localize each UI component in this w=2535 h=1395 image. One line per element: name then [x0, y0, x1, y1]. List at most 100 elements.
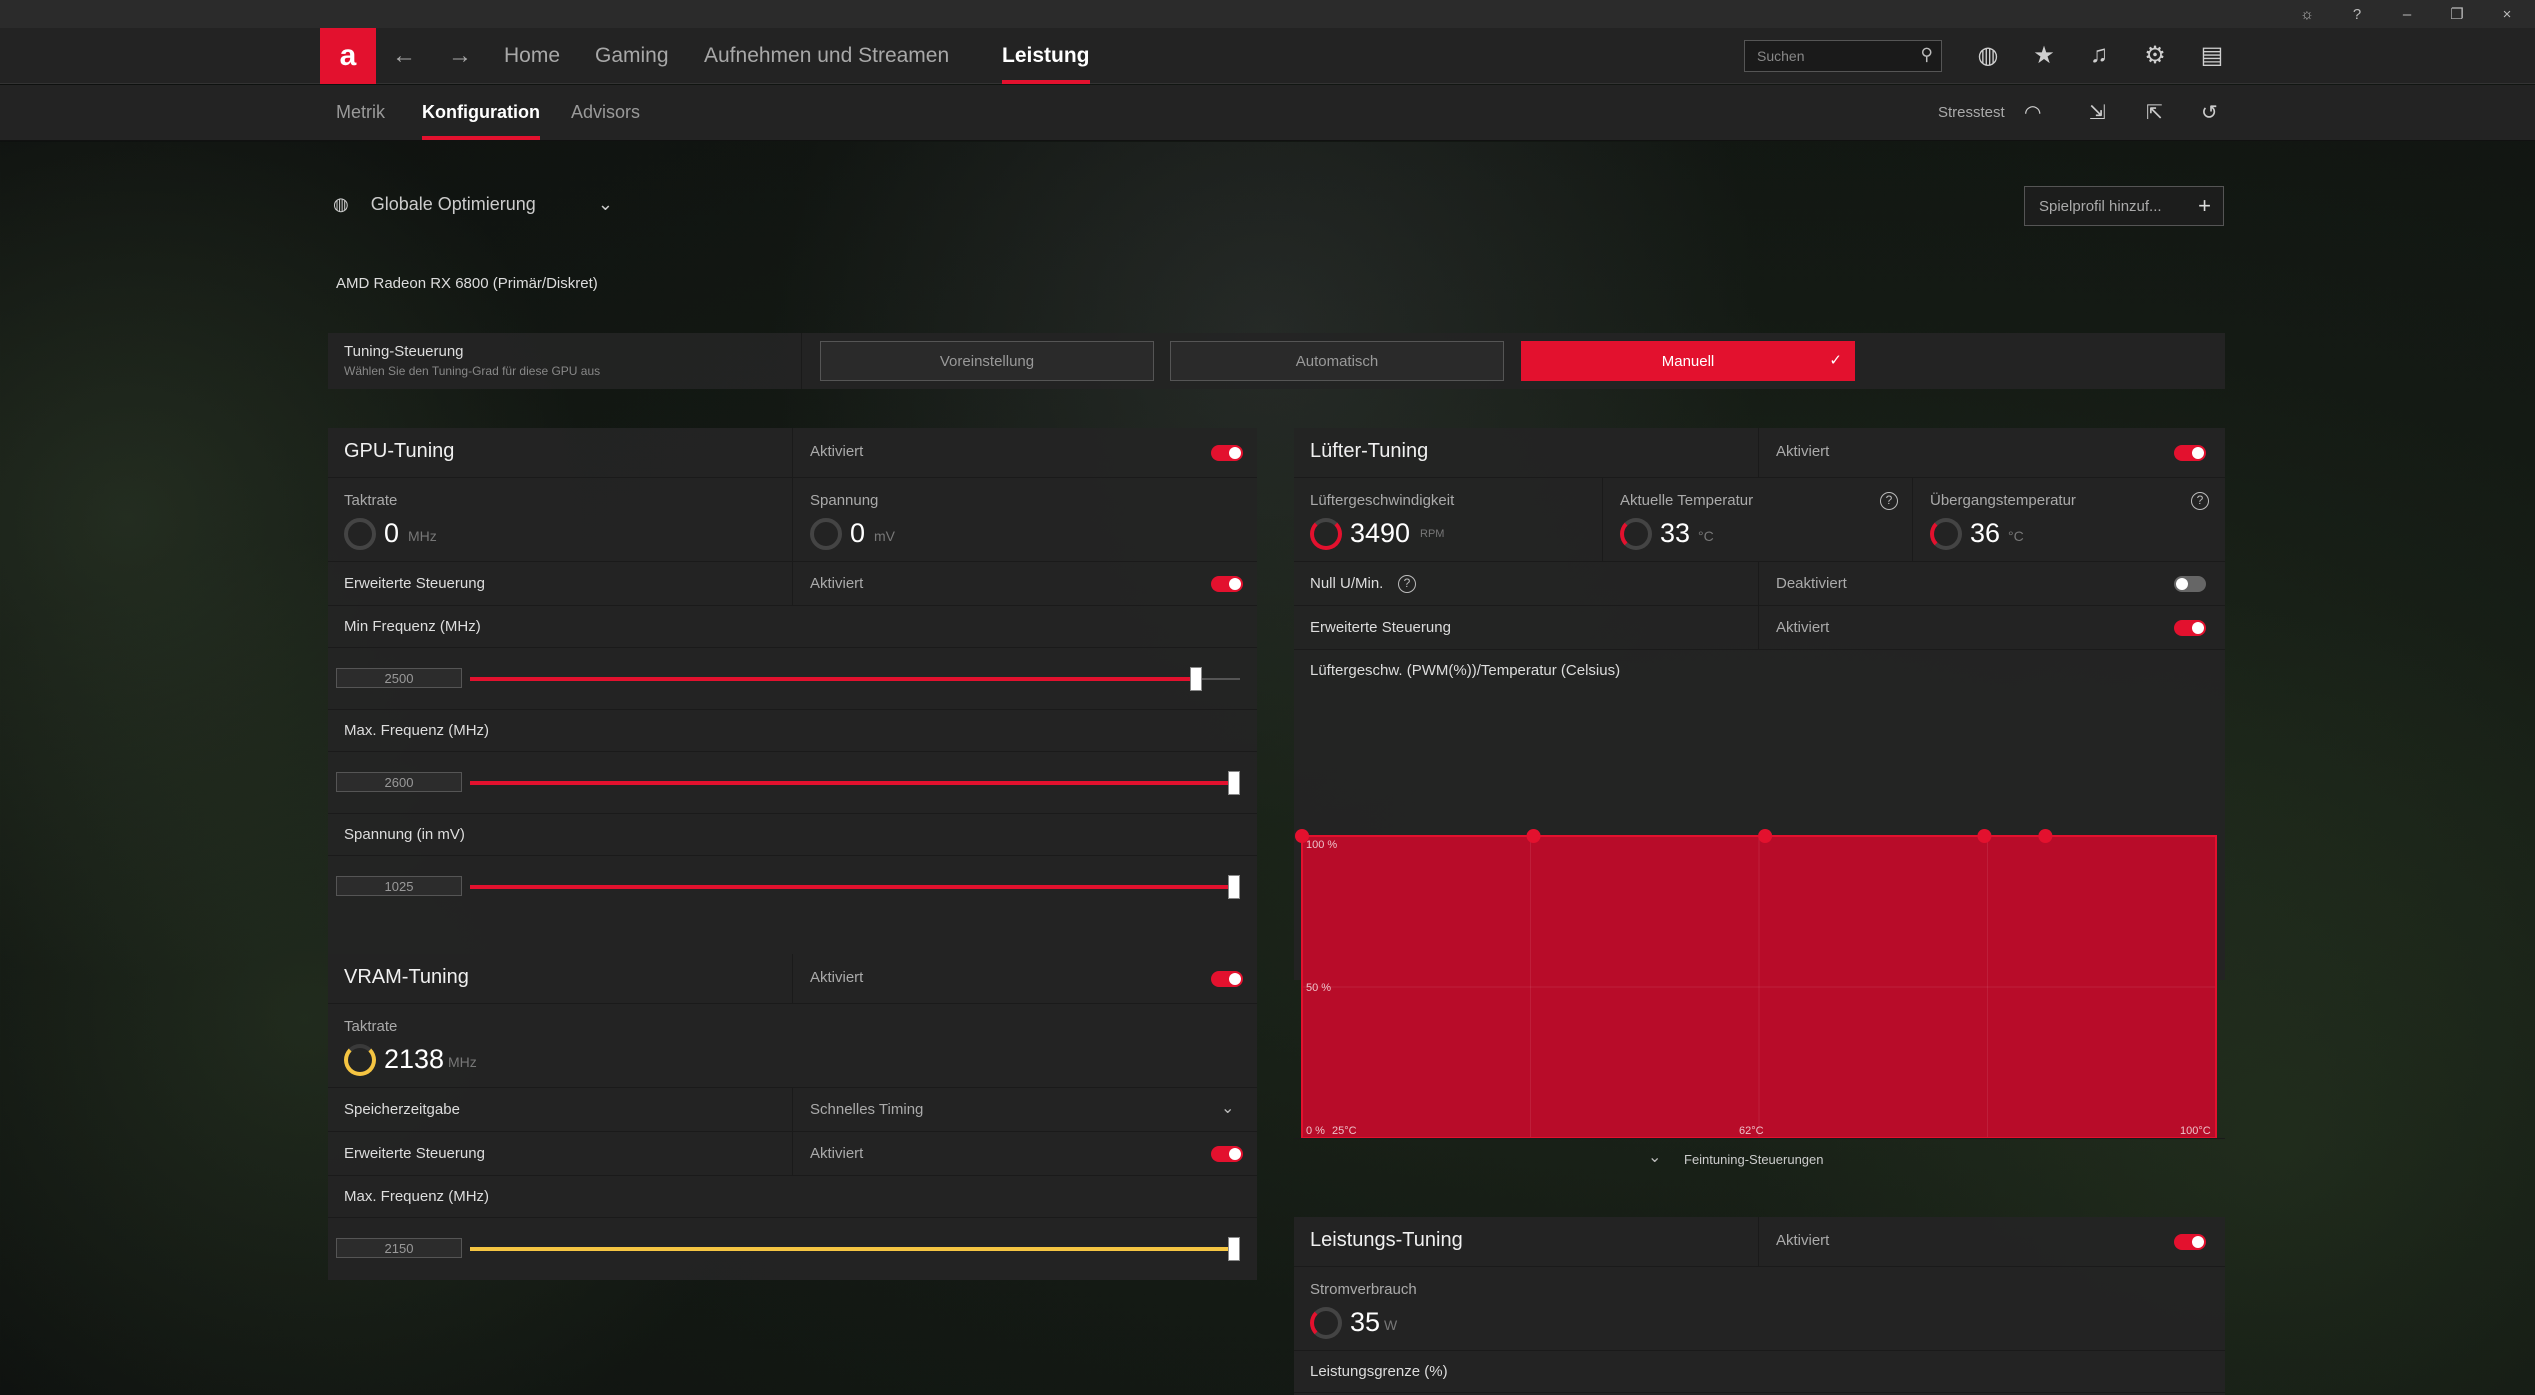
x-tick-label: 62°C [1739, 1125, 1764, 1137]
manual-option-label: Manuell [1661, 353, 1715, 370]
clock-label: Taktrate [344, 492, 398, 509]
plus-icon: + [2198, 193, 2211, 218]
nav-home[interactable]: Home [504, 44, 560, 68]
forward-arrow-icon[interactable]: → [448, 42, 472, 70]
gear-icon[interactable]: ⚙ [2140, 41, 2170, 70]
advanced-control-toggle[interactable] [1211, 576, 1243, 592]
fan-curve-chart[interactable]: 100 % 50 % 0 % 25°C 62°C 100°C [1295, 829, 2217, 1139]
min-freq-fill [470, 677, 1202, 681]
tuning-control-subtitle: Wählen Sie den Tuning-Grad für diese GPU… [344, 364, 601, 378]
help-icon[interactable]: ? [1880, 492, 1898, 510]
power-gauge [1310, 1307, 1342, 1339]
reset-icon[interactable]: ↺ [2201, 100, 2218, 125]
fan-curve-point[interactable] [1758, 829, 1773, 843]
min-freq-label: Min Frequenz (MHz) [344, 618, 481, 635]
fan-curve-point[interactable] [1977, 829, 1992, 843]
gpu-tuning-toggle[interactable] [1211, 445, 1243, 461]
current-temp-value: 33 [1660, 518, 1691, 548]
gauge-icon[interactable]: ◠ [2024, 100, 2041, 125]
minimize-button[interactable]: – [2397, 6, 2417, 23]
voltage-slider-handle[interactable] [1228, 875, 1240, 899]
bell-icon[interactable]: ♫ [2084, 41, 2114, 69]
nav-record-stream[interactable]: Aufnehmen und Streamen [704, 44, 949, 68]
chevron-down-icon: ⌄ [1648, 1149, 1662, 1166]
min-freq-slider-handle[interactable] [1189, 667, 1202, 691]
fine-tuning-label: Feintuning-Steuerungen [1684, 1152, 1824, 1167]
layout-icon[interactable]: ▤ [2197, 41, 2227, 70]
tab-advisors[interactable]: Advisors [571, 102, 640, 123]
manual-option[interactable]: Manuell ✓ [1521, 341, 1855, 381]
memory-timing-row[interactable]: Speicherzeitgabe Schnelles Timing ⌄ [328, 1088, 1257, 1132]
zero-rpm-status: Deaktiviert [1776, 575, 1847, 592]
main-navigation: a ← → Home Gaming Aufnehmen und Streamen… [0, 28, 2535, 84]
current-temp-label: Aktuelle Temperatur [1620, 492, 1754, 509]
help-icon[interactable]: ? [1398, 575, 1416, 593]
max-freq-input[interactable]: 2600 [336, 772, 462, 792]
y-tick-label: 100 % [1306, 839, 1337, 851]
checkmark-icon: ✓ [1829, 352, 1842, 369]
help-icon[interactable]: ? [2191, 492, 2209, 510]
globe-icon[interactable]: ◍ [1973, 41, 2003, 70]
power-limit-label: Leistungsgrenze (%) [1310, 1363, 1448, 1380]
fan-speed-gauge [1310, 518, 1342, 550]
vram-max-freq-input[interactable]: 2150 [336, 1238, 462, 1258]
tuning-control-row: Tuning-Steuerung Wählen Sie den Tuning-G… [328, 333, 2225, 389]
vram-max-freq-slider-row: 2150 [328, 1218, 1257, 1280]
gpu-tuning-title: GPU-Tuning [344, 440, 455, 462]
vram-tuning-status: Aktiviert [810, 969, 864, 986]
fan-speed-unit: RPM [1420, 528, 1445, 540]
voltage-input[interactable]: 1025 [336, 876, 462, 896]
nav-performance[interactable]: Leistung [1002, 44, 1090, 84]
power-tuning-title: Leistungs-Tuning [1310, 1229, 1463, 1251]
add-game-profile-button[interactable]: Spielprofil hinzuf... + [2024, 186, 2224, 226]
power-unit: W [1384, 1317, 1398, 1333]
zero-rpm-toggle[interactable] [2174, 576, 2206, 592]
vram-advanced-toggle[interactable] [1211, 1146, 1243, 1162]
restore-button[interactable]: ❐ [2447, 5, 2467, 23]
voltage-slider-label: Spannung (in mV) [344, 826, 465, 843]
search-icon[interactable]: ⚲ [1921, 45, 1933, 65]
junction-temp-unit: °C [2008, 528, 2024, 544]
stresstest-label[interactable]: Stresstest [1938, 104, 2005, 121]
max-freq-slider-handle[interactable] [1228, 771, 1240, 795]
back-arrow-icon[interactable]: ← [392, 42, 416, 70]
search-input[interactable]: Suchen ⚲ [1744, 40, 1942, 72]
vram-clock-label: Taktrate [344, 1018, 398, 1035]
fine-tuning-toggle[interactable]: ⌄ Feintuning-Steuerungen [1294, 1138, 2225, 1180]
search-placeholder: Suchen [1757, 48, 1805, 64]
fan-curve-point[interactable] [2038, 829, 2053, 843]
fan-advanced-label: Erweiterte Steuerung [1310, 619, 1451, 636]
import-icon[interactable]: ⇲ [2089, 100, 2106, 125]
memory-timing-label: Speicherzeitgabe [344, 1101, 460, 1118]
automatic-option[interactable]: Automatisch [1170, 341, 1504, 381]
tab-metrics[interactable]: Metrik [336, 102, 385, 123]
tuning-control-title: Tuning-Steuerung [344, 343, 464, 360]
tab-configuration[interactable]: Konfiguration [422, 102, 540, 140]
window-titlebar: ☼ ? – ❐ × [0, 0, 2535, 28]
vram-max-freq-slider-handle[interactable] [1228, 1237, 1240, 1261]
amd-logo[interactable]: a [320, 28, 376, 84]
advanced-control-label: Erweiterte Steuerung [344, 575, 485, 592]
export-icon[interactable]: ⇱ [2146, 100, 2163, 125]
vram-tuning-title: VRAM-Tuning [344, 966, 469, 988]
bug-report-icon[interactable]: ☼ [2297, 6, 2317, 23]
vram-tuning-toggle[interactable] [1211, 971, 1243, 987]
fan-curve-point[interactable] [1526, 829, 1541, 843]
nav-gaming[interactable]: Gaming [595, 44, 669, 68]
fan-tuning-toggle[interactable] [2174, 445, 2206, 461]
fan-advanced-toggle[interactable] [2174, 620, 2206, 636]
preset-option[interactable]: Voreinstellung [820, 341, 1154, 381]
close-button[interactable]: × [2497, 6, 2517, 23]
power-tuning-toggle[interactable] [2174, 1234, 2206, 1250]
temp-gauge [1620, 518, 1652, 550]
min-freq-input[interactable]: 2500 [336, 668, 462, 688]
advanced-control-status: Aktiviert [810, 575, 864, 592]
help-icon[interactable]: ? [2347, 6, 2367, 23]
x-tick-label: 25°C [1332, 1125, 1357, 1137]
fan-curve-label: Lüftergeschw. (PWM(%))/Temperatur (Celsi… [1310, 662, 1621, 679]
chevron-down-icon: ⌄ [597, 194, 613, 214]
chevron-down-icon[interactable]: ⌄ [1221, 1098, 1234, 1118]
star-icon[interactable]: ★ [2029, 41, 2059, 70]
profile-selector[interactable]: ◍ Globale Optimierung ⌄ [333, 194, 613, 215]
voltage-value: 0 [850, 518, 866, 548]
